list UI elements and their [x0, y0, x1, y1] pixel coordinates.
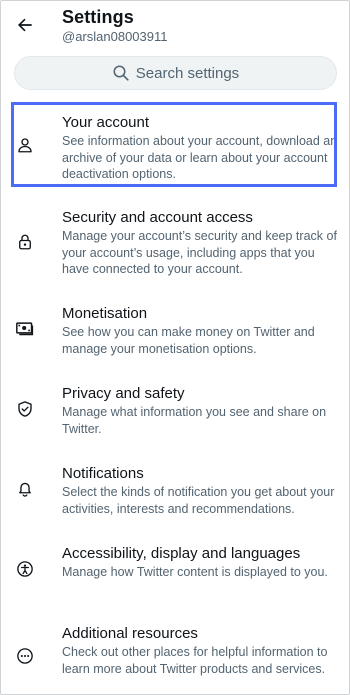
- settings-item-label: Security and account access: [62, 209, 253, 226]
- settings-item-description: Select the kinds of notification you get…: [62, 485, 335, 516]
- settings-item-description: See how you can make money on Twitter an…: [62, 325, 315, 356]
- search-input[interactable]: Search settings: [14, 56, 337, 90]
- settings-item-notifications[interactable]: Notifications Select the kinds of notifi…: [1, 457, 349, 521]
- money-icon: [15, 318, 35, 338]
- settings-item-label: Your account: [62, 114, 150, 131]
- settings-item-description: See information about your account, down…: [62, 134, 338, 181]
- settings-item-your-account[interactable]: Your account See information about your …: [1, 105, 349, 185]
- settings-item-privacy[interactable]: Privacy and safety Manage what informati…: [1, 377, 349, 441]
- settings-item-label: Privacy and safety: [62, 385, 185, 402]
- settings-item-label: Notifications: [62, 465, 144, 482]
- settings-item-accessibility[interactable]: Accessibility, display and languages Man…: [1, 537, 349, 601]
- header: Settings @arslan08003911: [1, 1, 349, 51]
- account-handle: @arslan08003911: [62, 29, 168, 44]
- settings-item-label: Monetisation: [62, 305, 148, 322]
- settings-item-description: Manage your account’s security and keep …: [62, 229, 337, 276]
- page-title: Settings: [62, 7, 134, 27]
- settings-item-label: Accessibility, display and languages: [62, 545, 301, 562]
- person-icon: [15, 135, 35, 155]
- search-icon: [113, 65, 129, 81]
- settings-screen: Settings @arslan08003911 Search settings…: [0, 0, 350, 695]
- more-icon: [15, 646, 35, 666]
- bell-icon: [15, 479, 35, 499]
- accessibility-icon: [15, 559, 35, 579]
- settings-item-security[interactable]: Security and account access Manage your …: [1, 201, 349, 281]
- back-button[interactable]: [13, 13, 37, 37]
- settings-item-monetisation[interactable]: Monetisation See how you can make money …: [1, 297, 349, 361]
- lock-icon: [15, 232, 35, 252]
- settings-item-additional-resources[interactable]: Additional resources Check out other pla…: [1, 617, 349, 694]
- shield-icon: [15, 399, 35, 419]
- settings-item-description: Manage what information you see and shar…: [62, 405, 327, 436]
- search-placeholder: Search settings: [135, 64, 240, 82]
- settings-item-description: Manage how Twitter content is displayed …: [62, 565, 328, 579]
- settings-item-description: Check out other places for helpful infor…: [62, 645, 328, 676]
- back-arrow-icon: [18, 18, 32, 32]
- settings-item-label: Additional resources: [62, 625, 198, 642]
